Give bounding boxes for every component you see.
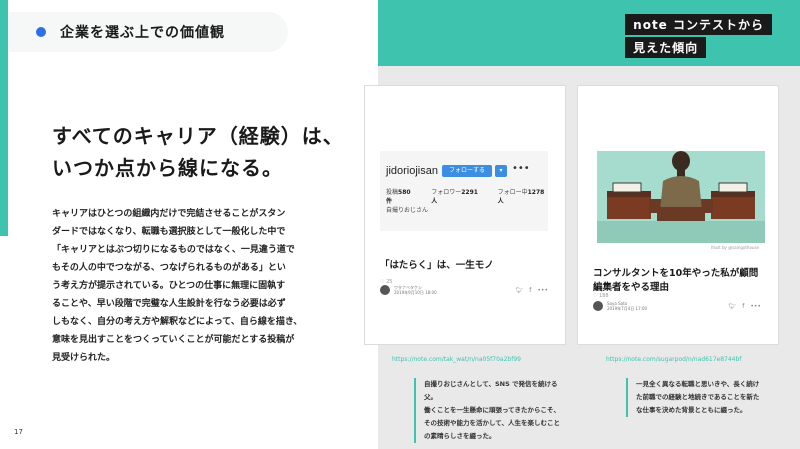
accent-strip (0, 66, 8, 236)
author-row: ワタナベタケシ 2019年9月10日 18:00 (380, 285, 437, 295)
stat-followers: フォロワー2291人 (431, 189, 478, 205)
article-illustration (597, 151, 765, 243)
stat-posts: 投稿580件 (386, 189, 411, 205)
like-count: ♡ 25 (380, 279, 393, 285)
page-number: 17 (14, 428, 23, 436)
headline-line: すべてのキャリア（経験）は、 (52, 124, 344, 148)
body-text: キャリアはひとつの組織内だけで完結させることがスタン ダードではなくなり、転職も… (52, 205, 352, 367)
illustration-credit: Illust by @saingothouse (711, 245, 759, 250)
body-line: ることや、早い段階で完璧な人生設計を行なう必要は必ず (52, 299, 286, 309)
body-line: キャリアはひとつの組織内だけで完結させることがスタン (52, 209, 286, 219)
article-link-a[interactable]: https://note.com/tak_wat/n/na05f70a2bf99 (392, 356, 521, 363)
profile-stats: 投稿580件 フォロワー2291人 フォロー中1278人 (386, 187, 548, 205)
profile-bio: 自撮りおじさん (386, 207, 429, 214)
follow-button[interactable]: フォローする (442, 165, 492, 177)
like-count: ♡ 188 (593, 293, 609, 299)
author-row: Saya Sato 2019年7月4日 17:00 (593, 301, 647, 311)
bullet-dot-icon (36, 27, 46, 37)
description-line: た前職での経験と地続きであることを新た (636, 393, 760, 401)
twitter-icon[interactable]: 🐦︎ (729, 303, 737, 310)
card-description-a: 自撮りおじさんとして、SNS で発信を続ける父。 働くことを一生懸命に頑張ってき… (414, 378, 564, 443)
article-title[interactable]: コンサルタントを10年やった私が顧問編集者をやる理由 (593, 267, 763, 295)
headline: すべてのキャリア（経験）は、 いつか点から線になる。 (52, 120, 352, 184)
body-line: ダードではなくなり、転職も選択肢として一般化した中で (52, 227, 286, 237)
article-card-consultant[interactable]: Illust by @saingothouse コンサルタントを10年やった私が… (578, 86, 778, 344)
author-meta: Saya Sato 2019年7月4日 17:00 (607, 301, 647, 311)
follow-dropdown-button[interactable]: ▾ (495, 165, 507, 177)
body-line: 「キャリアとはぶつ切りになるものではなく、一見違う道で (52, 245, 295, 255)
body-line: う考え方が提示されている。ひとつの仕事に無理に固執す (52, 281, 286, 291)
body-line: 意味を見出すことをつくっていくことが可能だとする投稿が (52, 335, 295, 345)
avatar (593, 301, 603, 311)
article-card-jidoriojisan[interactable]: jidoriojisan フォローする ▾ ••• 投稿580件 フォロワー22… (365, 86, 565, 344)
card-description-b: 一見全く異なる転職と思いきや、長く続け た前職での経験と地続きであることを新た … (626, 378, 776, 417)
headline-line: いつか点から線になる。 (52, 156, 283, 180)
profile-name: jidoriojisan (386, 165, 438, 177)
more-share-icon[interactable]: ••• (537, 287, 548, 294)
description-line: 働くことを一生懸命に頑張ってきたからこそ、 (424, 406, 560, 414)
profile-preview: jidoriojisan フォローする ▾ ••• 投稿580件 フォロワー22… (380, 151, 548, 231)
facebook-icon[interactable]: f (742, 303, 744, 310)
share-icons: 🐦︎ f ••• (729, 303, 761, 310)
description-line: 一見全く異なる転職と思いきや、長く続け (636, 380, 760, 388)
article-title[interactable]: 「はたらく」は、一生モノ (380, 259, 550, 273)
author-meta: ワタナベタケシ 2019年9月10日 18:00 (394, 285, 437, 295)
corner-tag-line: note コンテストから (625, 14, 772, 35)
description-line: 自撮りおじさんとして、SNS で発信を続ける父。 (424, 380, 558, 401)
section-title: 企業を選ぶ上での価値観 (60, 25, 225, 41)
description-line: の素晴らしさを綴った。 (424, 432, 496, 440)
avatar (380, 285, 390, 295)
more-icon[interactable]: ••• (512, 163, 530, 174)
share-icons: 🐦︎ f ••• (516, 287, 548, 294)
body-line: もその人の中でつながる、つなげられるものがある」とい (52, 263, 286, 273)
description-line: その技術や能力を活かして、人生を楽しむこと (424, 419, 560, 427)
article-link-b[interactable]: https://note.com/sugarpod/n/nad617e8744b… (606, 356, 741, 363)
description-line: な仕事を決めた背景とともに綴った。 (636, 406, 747, 414)
stat-following: フォロー中1278人 (497, 189, 545, 205)
body-line: 見受けられた。 (52, 353, 116, 363)
post-date: 2019年7月4日 17:00 (607, 306, 648, 311)
section-header: 企業を選ぶ上での価値観 (8, 12, 288, 52)
person-at-desk-illustration (597, 151, 765, 243)
corner-tag: note コンテストから 見えた傾向 (625, 14, 772, 60)
body-line: しもなく、自分の考え方や解釈などによって、自ら線を描き、 (52, 317, 303, 327)
more-share-icon[interactable]: ••• (750, 303, 761, 310)
facebook-icon[interactable]: f (529, 287, 531, 294)
post-date: 2019年9月10日 18:00 (394, 290, 437, 295)
twitter-icon[interactable]: 🐦︎ (516, 287, 524, 294)
corner-tag-line: 見えた傾向 (625, 37, 707, 58)
